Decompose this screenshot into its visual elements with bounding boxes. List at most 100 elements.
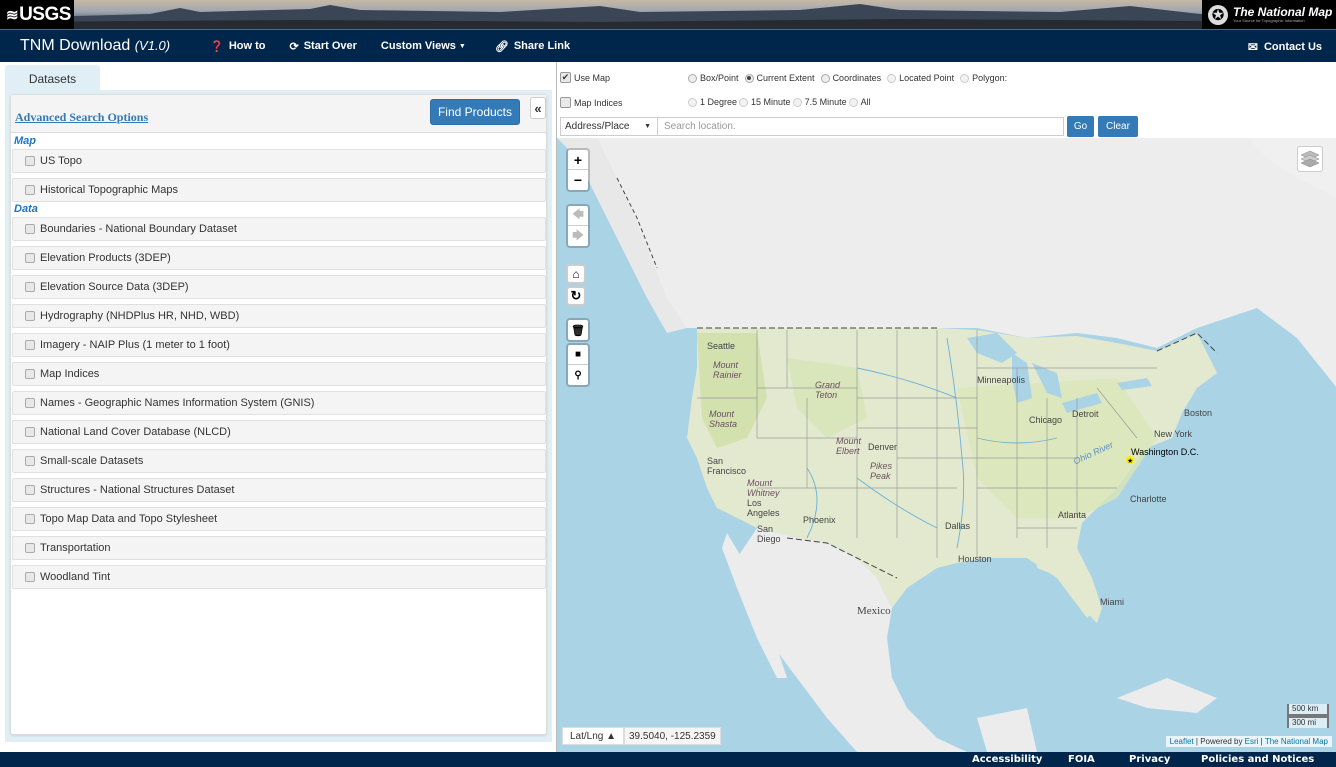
zoom-out-button[interactable]: − [568, 170, 588, 190]
map-label-mount-rainier: Mount Rainier [713, 360, 742, 380]
dataset-item[interactable]: Transportation [12, 536, 546, 560]
checkbox-unchecked-icon [560, 97, 571, 108]
use-map-checkbox[interactable]: ✔ Use Map [560, 72, 610, 83]
checkbox-icon[interactable] [25, 282, 35, 292]
map-label-grand-teton: Grand Teton [815, 380, 841, 400]
map-marker-icon[interactable]: ⚲ [568, 365, 588, 385]
checkbox-icon[interactable] [25, 224, 35, 234]
map-label-mexico: Mexico [857, 605, 891, 617]
esri-link[interactable]: Esri [1245, 737, 1259, 746]
zoom-in-button[interactable]: + [568, 150, 588, 170]
checkbox-icon[interactable] [25, 456, 35, 466]
radio-7-5-minute[interactable] [792, 97, 802, 107]
contact-us-link[interactable]: ✉ Contact Us [1248, 40, 1322, 54]
how-to-link[interactable]: ❓ How to [210, 40, 265, 53]
checkbox-icon[interactable] [25, 185, 35, 195]
dataset-item[interactable]: Hydrography (NHDPlus HR, NHD, WBD) [12, 304, 546, 328]
dataset-item[interactable]: Small-scale Datasets [12, 449, 546, 473]
dataset-item[interactable]: Imagery - NAIP Plus (1 meter to 1 foot) [12, 333, 546, 357]
radio-coordinates[interactable] [820, 73, 830, 83]
dataset-item[interactable]: National Land Cover Database (NLCD) [12, 420, 546, 444]
radio-located-point[interactable] [887, 73, 897, 83]
footer-link-policies[interactable]: Policies and Notices [1201, 754, 1314, 765]
radio-polygon[interactable] [960, 73, 970, 83]
map-label-washington-dc: Washington D.C. [1131, 447, 1199, 457]
dataset-item[interactable]: Topo Map Data and Topo Stylesheet [12, 507, 546, 531]
dataset-item[interactable]: Woodland Tint [12, 565, 546, 589]
tab-datasets[interactable]: Datasets [5, 65, 100, 92]
checkbox-icon[interactable] [25, 253, 35, 263]
dataset-item[interactable]: Boundaries - National Boundary Dataset [12, 217, 546, 241]
home-icon[interactable]: ⌂ [566, 264, 586, 284]
collapse-panel-button[interactable]: « [530, 97, 546, 119]
start-over-link[interactable]: ⟳ Start Over [290, 40, 357, 53]
search-header: Advanced Search Options Find Products [11, 95, 546, 133]
group-label-map: Map [14, 135, 36, 147]
checkbox-icon[interactable] [25, 427, 35, 437]
index-options: 1 Degree 15 Minute 7.5 Minute All [682, 97, 871, 107]
radio-current-extent[interactable] [744, 73, 754, 83]
basemap: ★ [557, 138, 1336, 752]
map-label-seattle: Seattle [707, 341, 736, 351]
radio-box-point[interactable] [688, 73, 697, 83]
layers-button[interactable] [1297, 146, 1323, 172]
checkbox-icon[interactable] [25, 369, 35, 379]
map-label-atlanta: Atlanta [1058, 510, 1087, 520]
radio-all[interactable] [848, 97, 858, 107]
dataset-item[interactable]: Elevation Products (3DEP) [12, 246, 546, 270]
dataset-item[interactable]: Historical Topographic Maps [12, 178, 546, 202]
dataset-item[interactable]: US Topo [12, 149, 546, 173]
dataset-item[interactable]: Structures - National Structures Dataset [12, 478, 546, 502]
radio-15-minute[interactable] [739, 97, 749, 107]
advanced-search-options-link[interactable]: Advanced Search Options [15, 110, 148, 125]
custom-views-dropdown[interactable]: Custom Views ▼ [381, 40, 471, 52]
search-location-input[interactable] [657, 117, 1064, 136]
map-label-dallas: Dallas [945, 521, 971, 531]
dataset-label: Elevation Source Data (3DEP) [40, 281, 189, 293]
refresh-icon[interactable]: ↻ [566, 286, 586, 306]
datasets-sidebar: Datasets Advanced Search Options Find Pr… [0, 62, 556, 752]
find-products-button[interactable]: Find Products [430, 99, 520, 125]
footer-link-accessibility[interactable]: Accessibility [972, 754, 1042, 765]
usgs-logo[interactable]: ≋ USGS [0, 0, 74, 29]
leaflet-link[interactable]: Leaflet [1170, 737, 1194, 746]
search-type-select[interactable]: Address/Place ▼ [560, 117, 658, 136]
checkbox-icon[interactable] [25, 311, 35, 321]
footer-link-privacy[interactable]: Privacy [1129, 754, 1170, 765]
checkbox-icon[interactable] [25, 572, 35, 582]
checkbox-icon[interactable] [25, 514, 35, 524]
dataset-label: Imagery - NAIP Plus (1 meter to 1 foot) [40, 339, 230, 351]
map-label-denver: Denver [868, 442, 898, 452]
checkbox-icon[interactable] [25, 398, 35, 408]
radio-1-degree[interactable] [688, 97, 697, 107]
app-title[interactable]: TNM Download (V1.0) [20, 37, 170, 55]
dataset-item[interactable]: Elevation Source Data (3DEP) [12, 275, 546, 299]
share-link[interactable]: 🔗︎ Share Link [495, 40, 570, 53]
map-label-houston: Houston [958, 554, 992, 564]
clear-button[interactable]: Clear [1098, 116, 1138, 137]
map-label-mount-whitney: Mount Whitney [747, 478, 780, 498]
footer-link-foia[interactable]: FOIA [1068, 754, 1095, 765]
checkbox-icon[interactable] [25, 156, 35, 166]
back-icon[interactable]: 🡄 [568, 206, 588, 226]
dataset-label: Topo Map Data and Topo Stylesheet [40, 513, 218, 525]
dataset-item[interactable]: Names - Geographic Names Information Sys… [12, 391, 546, 415]
square-icon[interactable]: ■ [568, 345, 588, 365]
map-attribution: Leaflet | Powered by Esri | The National… [1165, 736, 1332, 747]
checkbox-icon[interactable] [25, 485, 35, 495]
national-map-link[interactable]: The National Map [1265, 737, 1328, 746]
group-label-data: Data [14, 203, 38, 215]
map-indices-checkbox[interactable]: Map Indices [560, 97, 623, 108]
national-map-logo[interactable]: ✪ The National Map Your Source for Topogr… [1202, 0, 1336, 29]
map-label-new-york: New York [1154, 429, 1193, 439]
map-label-san-diego: San Diego [757, 524, 781, 544]
coordinate-mode-button[interactable]: Lat/Lng ▲ [562, 727, 624, 745]
forward-icon[interactable]: 🡆 [568, 226, 588, 246]
checkbox-icon[interactable] [25, 543, 35, 553]
dataset-label: Elevation Products (3DEP) [40, 252, 171, 264]
map-canvas[interactable]: ★ Seattle Mount Rainier Grand Teton Moun… [557, 138, 1336, 752]
trash-icon[interactable]: 🗑︎ [568, 320, 588, 340]
dataset-item[interactable]: Map Indices [12, 362, 546, 386]
go-button[interactable]: Go [1067, 116, 1094, 137]
checkbox-icon[interactable] [25, 340, 35, 350]
